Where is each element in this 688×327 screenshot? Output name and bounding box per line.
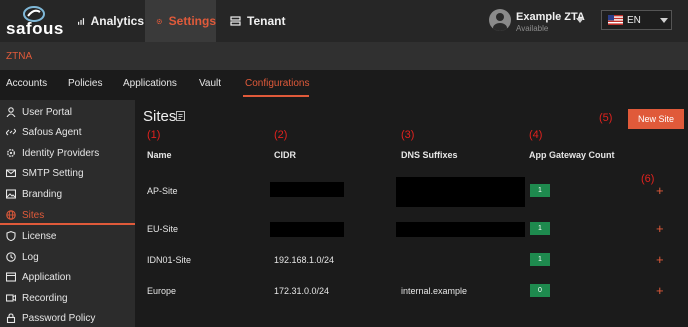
sidebar-item-label: Application (22, 271, 71, 283)
sidebar-item-label: Password Policy (22, 312, 96, 324)
shield-icon (6, 231, 16, 241)
sidebar-item-label: Log (22, 251, 39, 263)
analytics-icon (78, 17, 85, 25)
language-code: EN (627, 15, 641, 26)
nav-settings-label: Settings (168, 14, 216, 28)
annotation-6: (6) (641, 173, 655, 185)
tab-accounts[interactable]: Accounts (6, 78, 47, 89)
annotation-1: (1) (147, 129, 161, 141)
tab-applications[interactable]: Applications (123, 78, 177, 89)
globe-icon (6, 210, 16, 220)
logo-text: safous (6, 19, 64, 38)
main-content: Sites New Site (1) (2) (3) (4) (5) (6) N… (135, 100, 688, 327)
tab-policies[interactable]: Policies (68, 78, 102, 89)
user-menu[interactable]: Example ZTA Available (489, 8, 589, 34)
gear-icon (7, 149, 15, 157)
site-cidr: 172.31.0.0/24 (274, 286, 330, 296)
tab-configurations[interactable]: Configurations (245, 78, 309, 89)
language-select[interactable]: EN (601, 10, 672, 30)
user-avatar-icon (493, 13, 507, 31)
us-flag-icon (608, 15, 623, 25)
top-navbar: safous Analytics Settings Tenant Example… (0, 0, 688, 42)
chevron-down-icon (660, 18, 668, 23)
section-band: ZTNA (0, 42, 688, 70)
sidebar-item-recording[interactable]: Recording (6, 289, 68, 307)
nav-tenant-label: Tenant (247, 14, 286, 28)
nav-settings[interactable]: Settings (145, 0, 216, 42)
site-name[interactable]: EU-Site (147, 224, 178, 234)
sidebar-item-label: Identity Providers (22, 147, 100, 159)
sidebar-item-label: License (22, 230, 57, 242)
add-gateway-button[interactable]: + (656, 184, 664, 197)
active-tab-indicator (243, 95, 309, 97)
new-site-button[interactable]: New Site (628, 109, 684, 129)
sidebar-item-sites[interactable]: Sites (6, 206, 44, 224)
gateway-count-badge: 0 (530, 284, 550, 297)
chevron-down-icon (576, 18, 584, 23)
redacted-dns-suffixes (396, 177, 525, 207)
sidebar-item-label: Safous Agent (22, 126, 82, 138)
sidebar-item-label: Branding (22, 188, 63, 200)
sub-tabs: Accounts Policies Applications Vault Con… (0, 70, 688, 98)
lock-icon (6, 313, 16, 323)
nav-tenant[interactable]: Tenant (230, 0, 290, 42)
image-icon (6, 189, 16, 199)
tab-vault[interactable]: Vault (199, 78, 221, 89)
site-dns-suffixes: internal.example (401, 286, 468, 296)
user-name: Example ZTA (516, 11, 585, 23)
user-status: Available (516, 24, 549, 33)
sidebar-item-log[interactable]: Log (6, 248, 39, 266)
link-icon (6, 128, 16, 136)
column-header-cidr[interactable]: CIDR (274, 150, 296, 160)
sidebar: User Portal Safous Agent Identity Provid… (0, 100, 135, 327)
add-gateway-button[interactable]: + (656, 222, 664, 235)
sidebar-item-label: Recording (22, 292, 68, 304)
page-title: Sites (143, 108, 177, 125)
annotation-5: (5) (599, 112, 613, 124)
tenant-icon (230, 15, 241, 26)
site-cidr: 192.168.1.0/24 (274, 255, 335, 265)
gateway-count-badge: 1 (530, 253, 550, 266)
site-name[interactable]: IDN01-Site (147, 255, 191, 265)
info-icon[interactable] (176, 111, 185, 121)
sidebar-item-safous-agent[interactable]: Safous Agent (6, 123, 82, 141)
user-icon (6, 107, 16, 117)
log-icon (6, 252, 16, 262)
avatar (489, 9, 511, 31)
site-name[interactable]: Europe (147, 286, 176, 296)
mail-icon (6, 169, 16, 178)
app-icon (6, 272, 16, 282)
sidebar-item-smtp-setting[interactable]: SMTP Setting (6, 164, 84, 182)
active-sidebar-indicator (0, 223, 135, 225)
nav-analytics[interactable]: Analytics (78, 0, 144, 42)
redacted-dns-suffixes (396, 222, 525, 237)
annotation-4: (4) (529, 129, 543, 141)
redacted-cidr (270, 222, 344, 237)
annotation-2: (2) (274, 129, 288, 141)
gateway-count-badge: 1 (530, 184, 550, 197)
sidebar-item-label: SMTP Setting (22, 167, 84, 179)
site-name[interactable]: AP-Site (147, 186, 178, 196)
redacted-cidr (270, 182, 344, 197)
column-header-dns-suffixes[interactable]: DNS Suffixes (401, 150, 458, 160)
sidebar-item-identity-providers[interactable]: Identity Providers (6, 144, 99, 162)
column-header-app-gateway-count[interactable]: App Gateway Count (529, 150, 615, 160)
nav-analytics-label: Analytics (90, 14, 144, 28)
sidebar-item-license[interactable]: License (6, 227, 56, 245)
add-gateway-button[interactable]: + (656, 284, 664, 297)
gateway-count-badge: 1 (530, 222, 550, 235)
gear-icon (156, 18, 162, 24)
sidebar-item-password-policy[interactable]: Password Policy (6, 309, 95, 327)
sidebar-item-branding[interactable]: Branding (6, 185, 62, 203)
sidebar-item-user-portal[interactable]: User Portal (6, 103, 72, 121)
annotation-3: (3) (401, 129, 415, 141)
sidebar-item-label: Sites (22, 209, 45, 221)
add-gateway-button[interactable]: + (656, 253, 664, 266)
recording-icon (6, 294, 16, 302)
column-header-name[interactable]: Name (147, 150, 172, 160)
sidebar-item-label: User Portal (22, 106, 73, 118)
section-label: ZTNA (6, 51, 33, 62)
sidebar-item-application[interactable]: Application (6, 268, 71, 286)
safous-logo[interactable]: safous (6, 6, 64, 38)
